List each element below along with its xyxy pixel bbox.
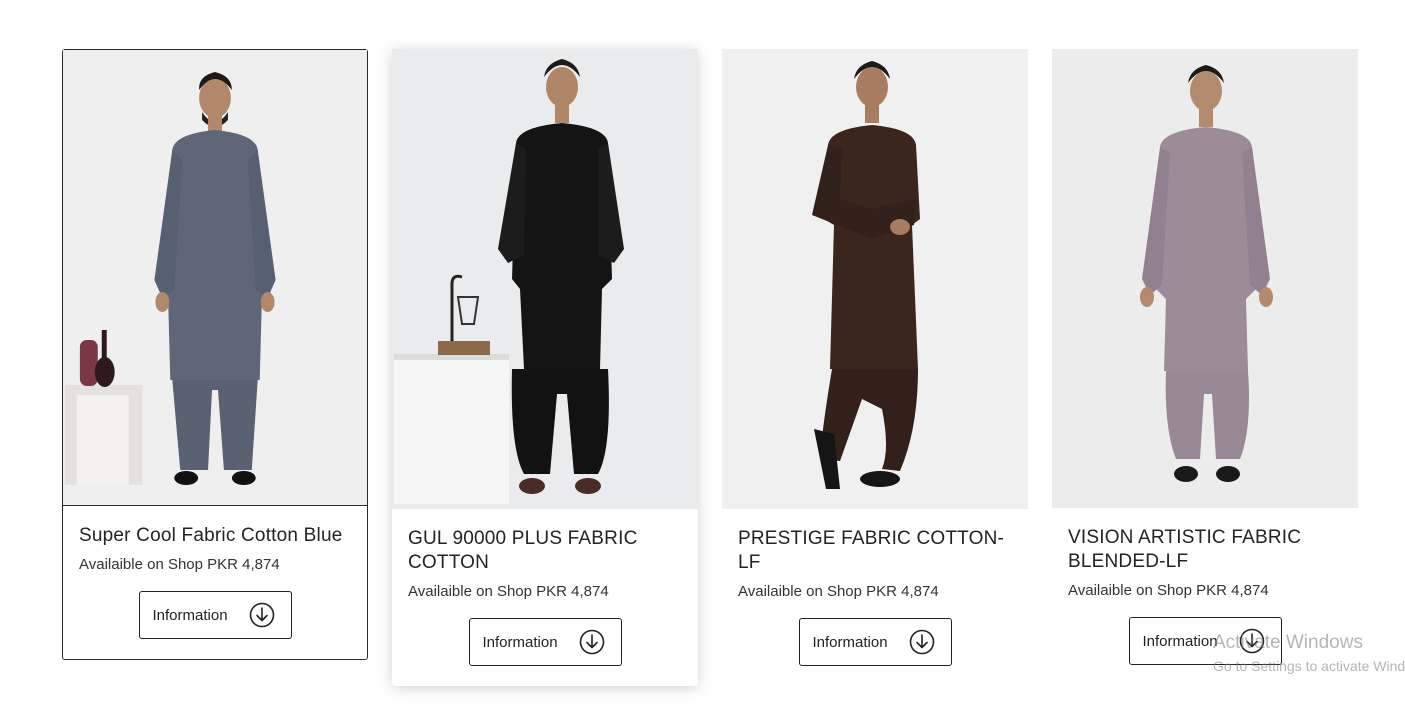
product-card[interactable]: VISION ARTISTIC FABRIC BLENDED-LF Availa… xyxy=(1052,49,1358,669)
product-card[interactable]: PRESTIGE FABRIC COTTON-LF Availaible on … xyxy=(722,49,1028,666)
information-button[interactable]: Information xyxy=(468,618,622,666)
model-photo xyxy=(1052,49,1358,508)
download-circle-icon xyxy=(579,629,605,655)
product-price: Availaible on Shop PKR 4,874 xyxy=(408,583,609,600)
product-card[interactable]: Super Cool Fabric Cotton Blue Availaible… xyxy=(62,49,368,660)
product-price: Availaible on Shop PKR 4,874 xyxy=(79,556,280,573)
watermark-title: Activate Windows xyxy=(1213,632,1363,653)
product-price: Availaible on Shop PKR 4,874 xyxy=(738,583,939,600)
information-button-label: Information xyxy=(1142,632,1218,650)
model-photo xyxy=(722,49,1028,509)
product-image[interactable] xyxy=(63,50,367,506)
model-photo xyxy=(63,50,367,505)
product-image[interactable] xyxy=(1052,49,1358,508)
product-image[interactable] xyxy=(392,49,698,509)
information-button-label: Information xyxy=(812,633,888,651)
information-button[interactable]: Information xyxy=(798,618,952,666)
product-title: Super Cool Fabric Cotton Blue xyxy=(79,525,343,546)
product-title: PRESTIGE FABRIC COTTON-LF xyxy=(738,528,1005,573)
download-circle-icon xyxy=(909,629,935,655)
product-price: Availaible on Shop PKR 4,874 xyxy=(1068,582,1269,599)
model-photo xyxy=(392,49,698,509)
download-circle-icon xyxy=(249,602,275,628)
product-title: VISION ARTISTIC FABRIC BLENDED-LF xyxy=(1068,527,1302,572)
product-title: GUL 90000 PLUS FABRIC COTTON xyxy=(408,528,638,573)
product-card[interactable]: GUL 90000 PLUS FABRIC COTTON Availaible … xyxy=(392,49,698,686)
information-button[interactable]: Information xyxy=(138,591,292,639)
product-grid: Super Cool Fabric Cotton Blue Availaible… xyxy=(0,0,1405,715)
product-image[interactable] xyxy=(722,49,1028,509)
activate-windows-watermark: Activate Windows Go to Settings to activ… xyxy=(1213,632,1405,674)
information-button-label: Information xyxy=(152,606,228,624)
watermark-subtitle: Go to Settings to activate Windows. xyxy=(1213,658,1405,674)
information-button-label: Information xyxy=(482,633,558,651)
